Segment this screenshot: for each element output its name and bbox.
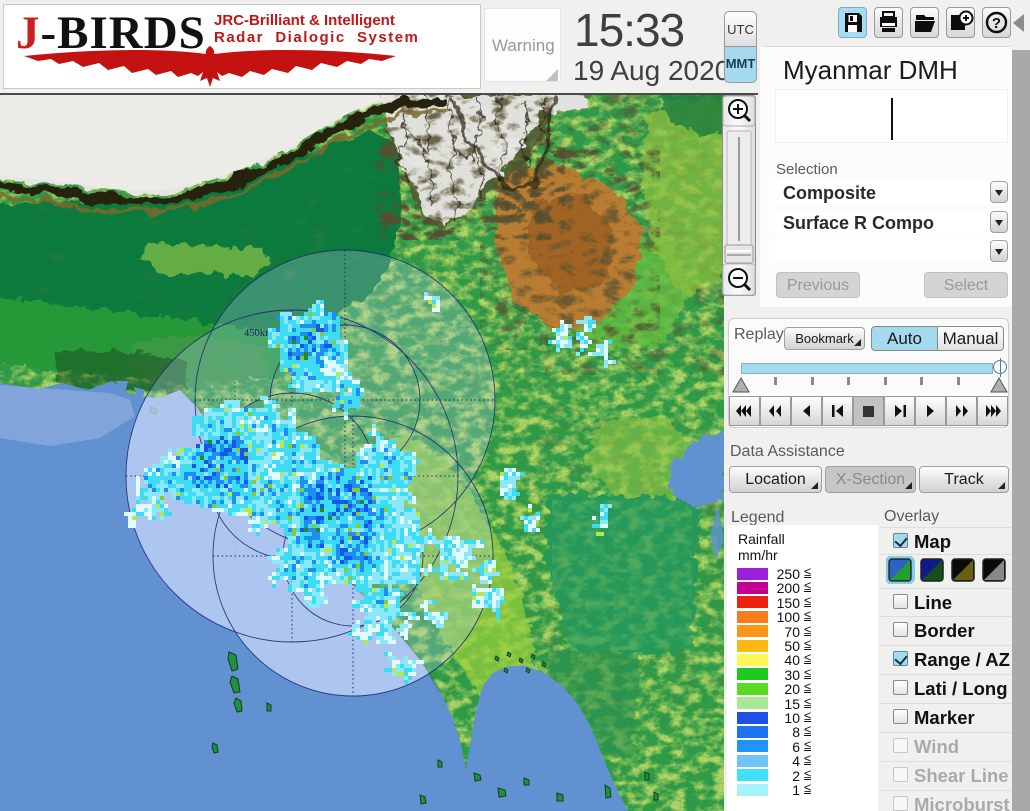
svg-text:?: ? — [992, 15, 1001, 32]
